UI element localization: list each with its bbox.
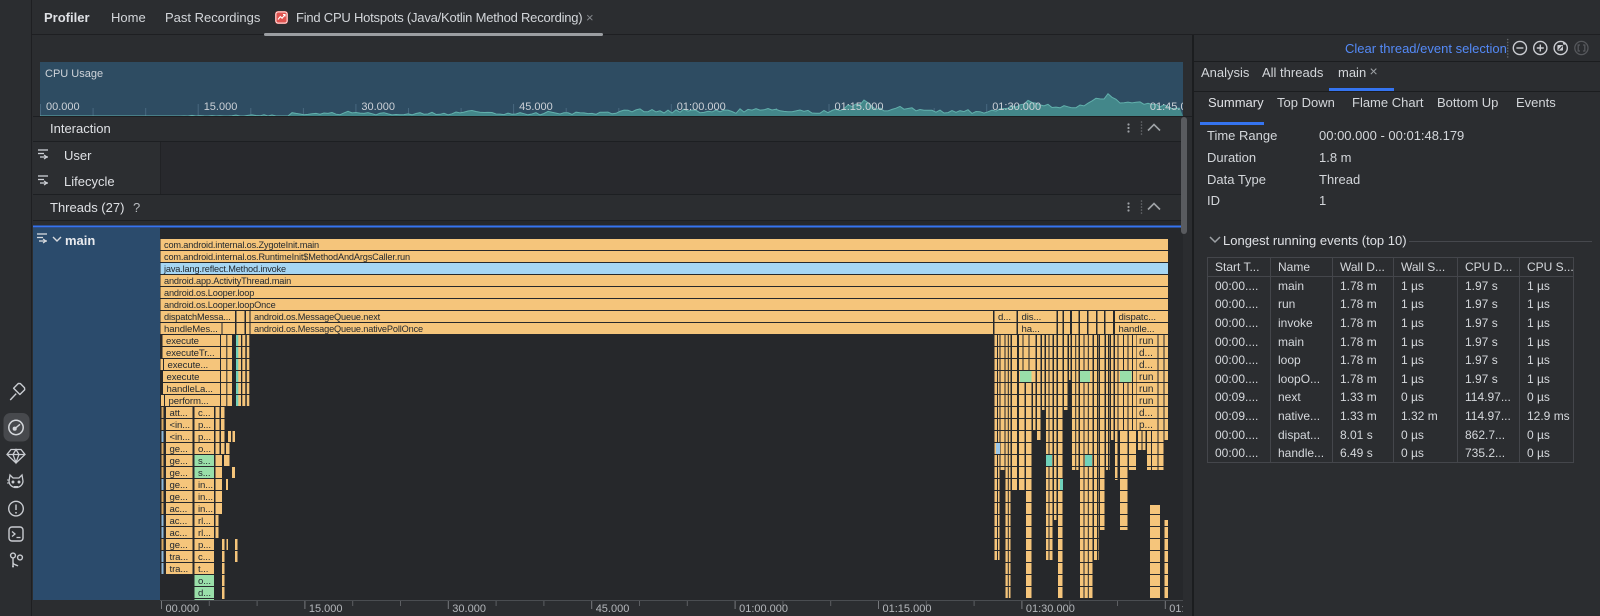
- svg-text:att...: att...: [170, 408, 188, 419]
- svg-text:p...: p...: [1139, 420, 1153, 431]
- svg-text:01:00.000: 01:00.000: [739, 603, 788, 615]
- svg-text:s...: s...: [198, 456, 210, 467]
- svg-text:java.lang.reflect.Method.invok: java.lang.reflect.Method.invoke: [163, 264, 286, 274]
- svg-text:run: run: [1139, 372, 1153, 383]
- svg-text:execute: execute: [167, 372, 200, 383]
- svg-text:tra...: tra...: [170, 564, 189, 575]
- svg-text:CPU Usage: CPU Usage: [45, 68, 103, 80]
- svg-text:01:30.000: 01:30.000: [1026, 603, 1075, 615]
- svg-text:01:15.000: 01:15.000: [883, 603, 932, 615]
- svg-text:ge...: ge...: [170, 456, 188, 467]
- svg-text:ac...: ac...: [170, 504, 188, 515]
- svg-text:d...: d...: [1139, 360, 1153, 371]
- svg-text:executeTr...: executeTr...: [166, 348, 215, 359]
- svg-text:01:30.000: 01:30.000: [992, 101, 1041, 113]
- svg-text:c...: c...: [198, 408, 210, 419]
- svg-text:android.os.MessageQueue.native: android.os.MessageQueue.nativePollOnce: [254, 324, 423, 334]
- svg-text:android.os.Looper.loop: android.os.Looper.loop: [164, 288, 254, 298]
- svg-text:android.os.MessageQueue.next: android.os.MessageQueue.next: [254, 312, 381, 322]
- svg-text:45.000: 45.000: [519, 101, 553, 113]
- svg-text:00.000: 00.000: [46, 101, 80, 113]
- svg-text:execute...: execute...: [168, 360, 209, 371]
- svg-text:45.000: 45.000: [596, 603, 630, 615]
- svg-text:dispatchMessa...: dispatchMessa...: [164, 312, 231, 322]
- svg-text:30.000: 30.000: [452, 603, 486, 615]
- svg-text:d...: d...: [198, 588, 211, 599]
- svg-text:d...: d...: [998, 312, 1011, 323]
- svg-text:ac...: ac...: [170, 516, 188, 527]
- svg-text:ha...: ha...: [1022, 324, 1040, 335]
- svg-text:d...: d...: [1139, 408, 1153, 419]
- svg-text:o...: o...: [198, 576, 211, 587]
- svg-text:15.000: 15.000: [309, 603, 343, 615]
- svg-text:rl...: rl...: [198, 516, 211, 527]
- svg-text:android.os.Looper.loopOnce: android.os.Looper.loopOnce: [164, 300, 276, 310]
- svg-text:Lifecycle: Lifecycle: [64, 174, 115, 189]
- svg-text:android.app.ActivityThread.mai: android.app.ActivityThread.main: [164, 276, 291, 286]
- svg-text:run: run: [1139, 384, 1153, 395]
- svg-text:ge...: ge...: [170, 468, 188, 479]
- svg-text:p...: p...: [198, 420, 211, 431]
- svg-text:in...: in...: [198, 492, 213, 503]
- svg-text:handleLa...: handleLa...: [167, 384, 213, 395]
- svg-text:main: main: [65, 233, 95, 248]
- svg-text:in...: in...: [198, 504, 213, 515]
- svg-text:handleMes...: handleMes...: [164, 324, 218, 335]
- svg-text:p...: p...: [198, 432, 211, 443]
- svg-text:o...: o...: [198, 444, 211, 455]
- svg-text:c...: c...: [198, 552, 210, 563]
- svg-text:com.android.internal.os.Zygote: com.android.internal.os.ZygoteInit.main: [164, 240, 319, 250]
- svg-text:ge...: ge...: [170, 492, 188, 503]
- svg-text:tra...: tra...: [170, 552, 189, 563]
- svg-text:com.android.internal.os.Runtim: com.android.internal.os.RuntimeInit$Meth…: [164, 252, 410, 262]
- svg-text:dis...: dis...: [1022, 312, 1042, 323]
- svg-text:run: run: [1139, 336, 1153, 347]
- svg-text:30.000: 30.000: [361, 101, 395, 113]
- svg-text:ge...: ge...: [170, 480, 188, 491]
- svg-text:perform...: perform...: [169, 396, 209, 407]
- svg-text:Threads (27): Threads (27): [50, 200, 124, 215]
- svg-text:01:15.000: 01:15.000: [835, 101, 884, 113]
- svg-text:dispatc...: dispatc...: [1119, 312, 1156, 323]
- svg-text:rl...: rl...: [198, 528, 211, 539]
- svg-text:s...: s...: [198, 468, 210, 479]
- svg-text:t...: t...: [198, 564, 208, 575]
- svg-text:01:45.0: 01:45.0: [1150, 101, 1187, 113]
- svg-text:Interaction: Interaction: [50, 121, 111, 136]
- svg-text:00.000: 00.000: [166, 603, 200, 615]
- svg-text:p...: p...: [198, 540, 211, 551]
- svg-text:run: run: [1139, 396, 1153, 407]
- svg-text:ge...: ge...: [170, 540, 188, 551]
- svg-text:handle...: handle...: [1119, 324, 1155, 335]
- svg-text:ge...: ge...: [170, 444, 188, 455]
- svg-text:in...: in...: [198, 480, 213, 491]
- svg-text:ac...: ac...: [170, 528, 188, 539]
- svg-text:<in...: <in...: [170, 420, 190, 431]
- svg-text:01:00.000: 01:00.000: [677, 101, 726, 113]
- svg-text:User: User: [64, 148, 92, 163]
- svg-text:?: ?: [133, 200, 140, 215]
- svg-text:d...: d...: [1139, 348, 1153, 359]
- svg-text:<in...: <in...: [170, 432, 190, 443]
- svg-text:execute: execute: [166, 336, 199, 347]
- svg-text:15.000: 15.000: [204, 101, 238, 113]
